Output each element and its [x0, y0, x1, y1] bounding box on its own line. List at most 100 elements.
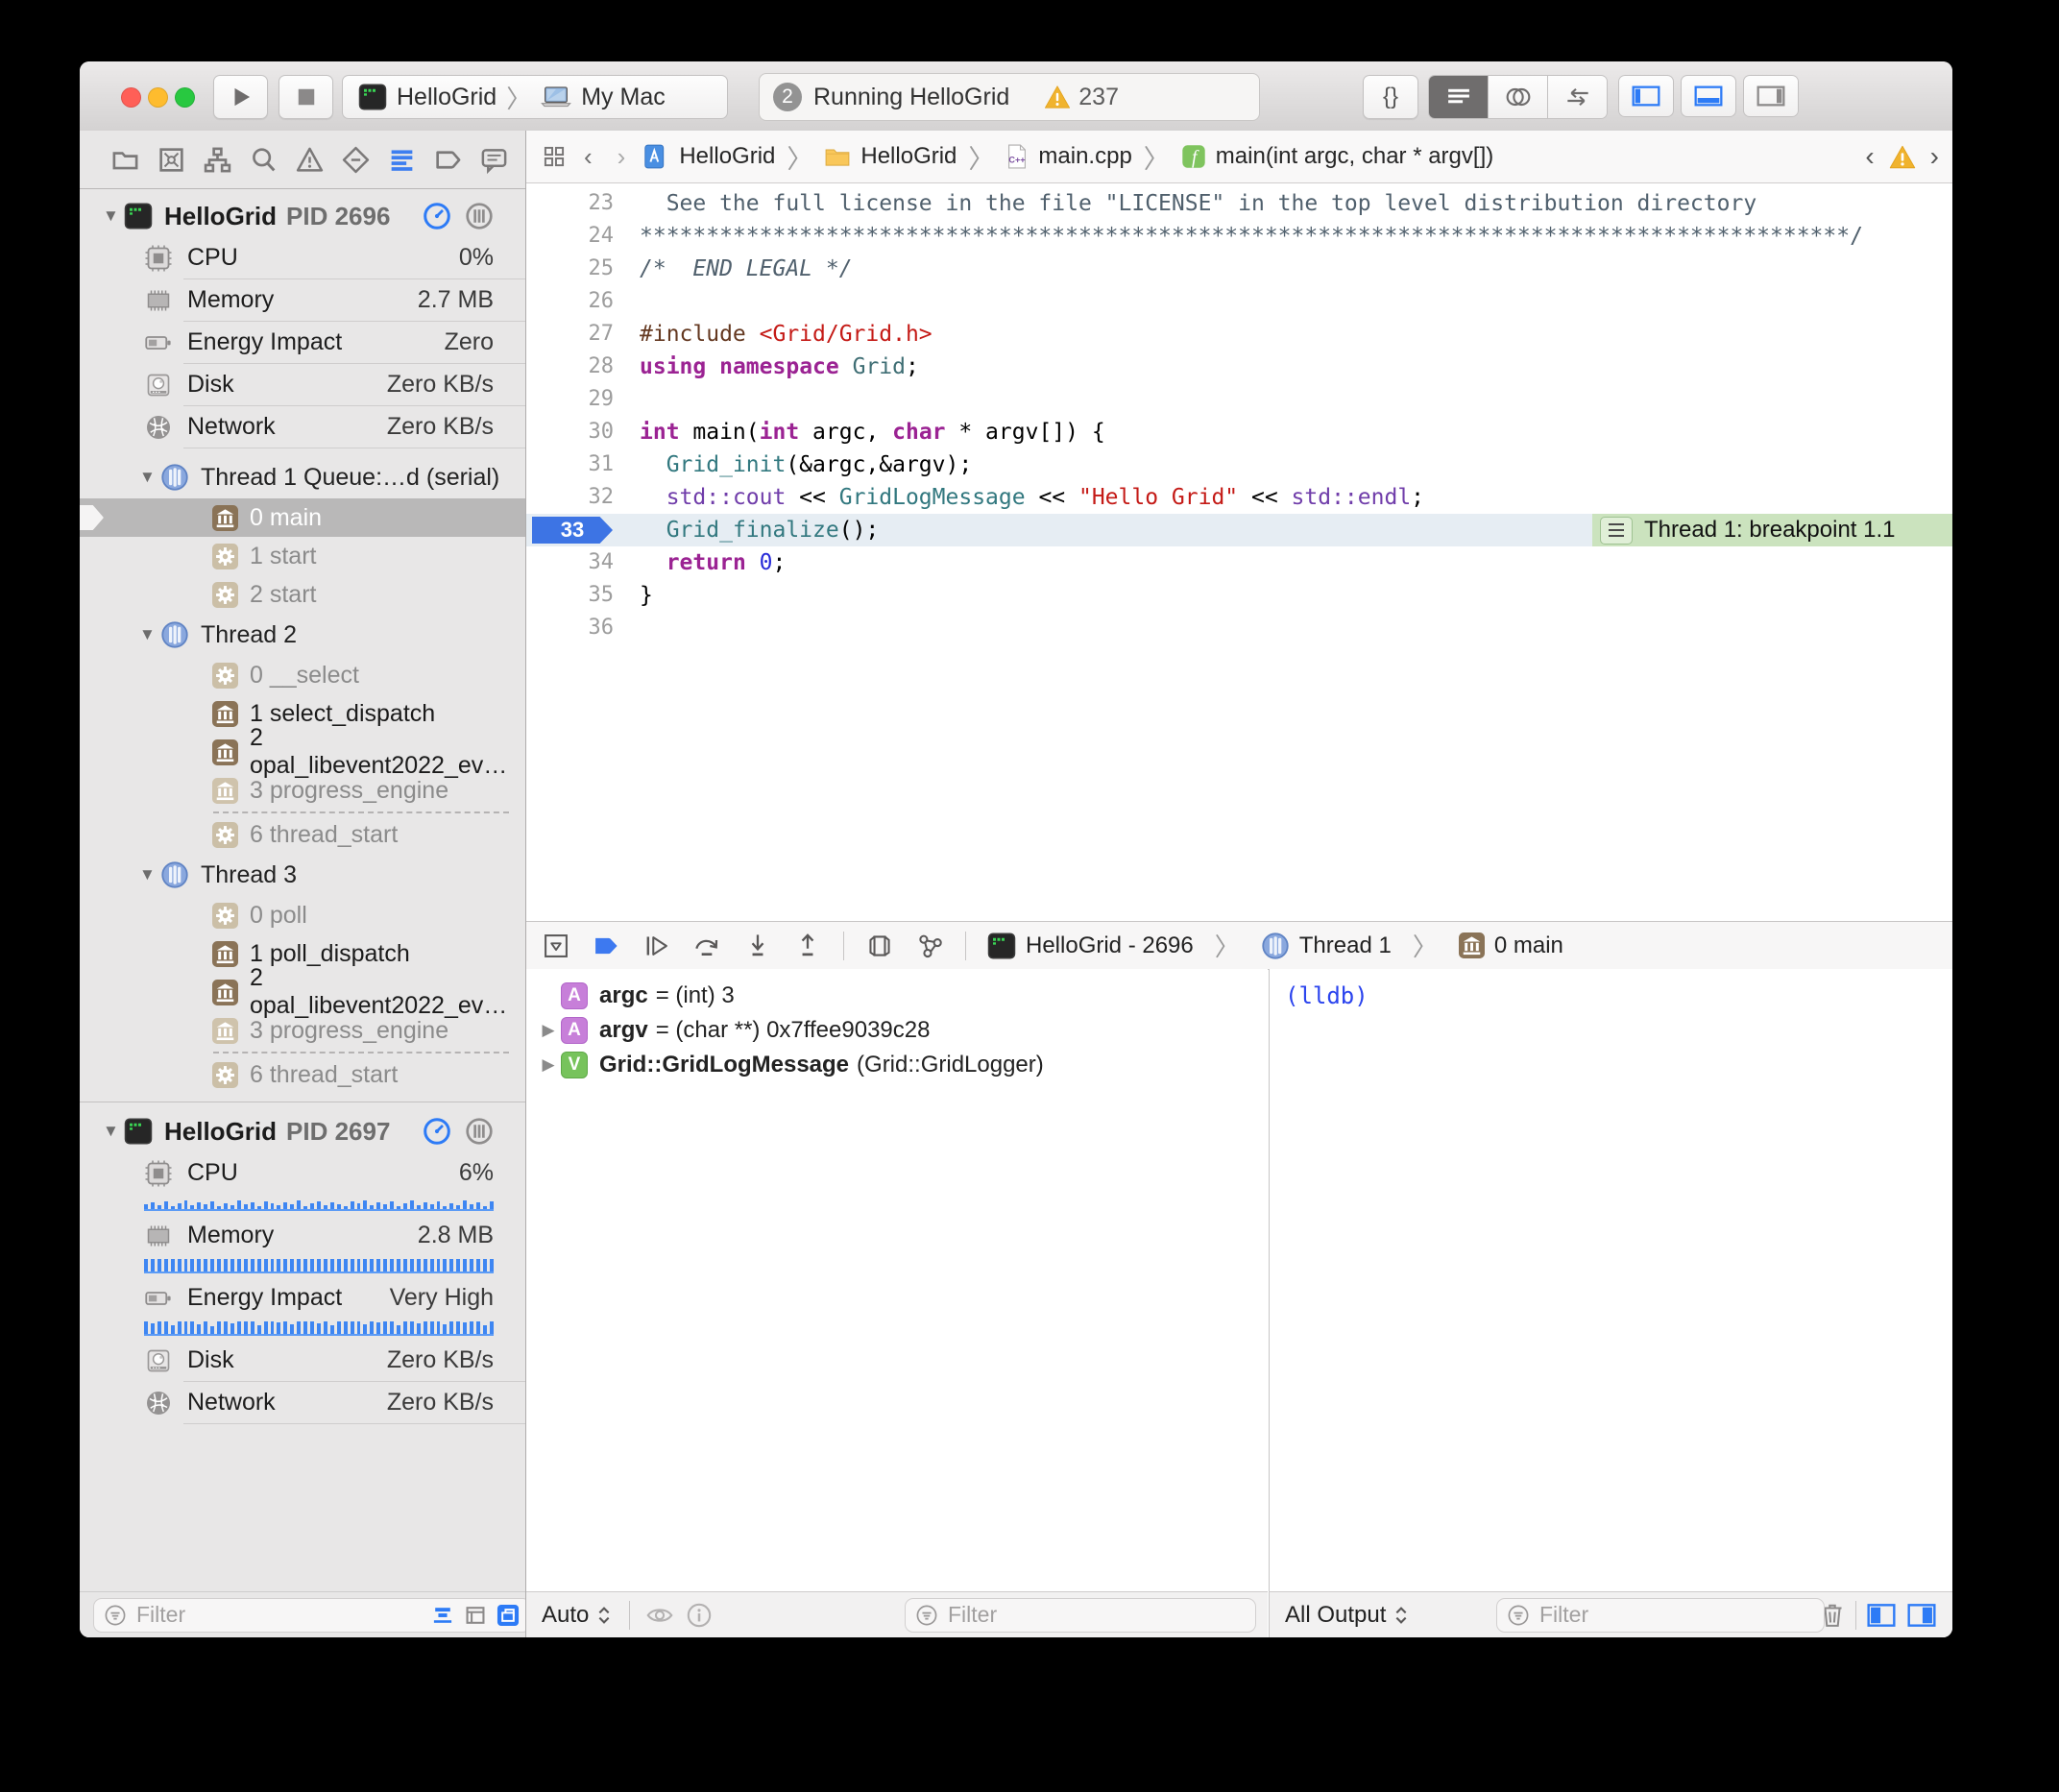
line-number[interactable]: 27 — [526, 318, 625, 351]
code-line-33[interactable]: 33 Grid_finalize();Thread 1: breakpoint … — [526, 514, 1952, 546]
stack-frame-row[interactable]: 3 progress_engine — [80, 771, 525, 810]
line-number[interactable]: 31 — [526, 448, 625, 481]
step-over-button[interactable] — [691, 932, 722, 960]
quicklook-eye-icon[interactable] — [645, 1603, 674, 1628]
stat-row-disk[interactable]: DiskZero KB/s — [80, 364, 525, 405]
variable-row[interactable]: ▶VGrid::GridLogMessage(Grid::GridLogger) — [526, 1048, 1268, 1082]
process-row[interactable]: ▼HelloGridPID 2696 — [80, 195, 525, 237]
line-number[interactable]: 29 — [526, 383, 625, 416]
breakpoint-marker[interactable]: 33 — [532, 517, 613, 544]
navigator-tab-tests-icon[interactable] — [341, 145, 371, 175]
variable-row[interactable]: ▶Aargv= (char **) 0x7ffee9039c28 — [526, 1013, 1268, 1048]
step-out-button[interactable] — [793, 932, 822, 960]
stat-row-cpu[interactable]: CPU6% — [80, 1152, 525, 1194]
stat-row-cpu[interactable]: CPU0% — [80, 237, 525, 278]
jump-file[interactable]: main.cpp — [1038, 143, 1131, 170]
minimize-button[interactable] — [148, 87, 168, 108]
code-line-23[interactable]: 23 See the full license in the file "LIC… — [526, 187, 1952, 220]
memory-graph-button[interactable] — [915, 932, 944, 960]
jump-symbol[interactable]: main(int argc, char * argv[]) — [1216, 143, 1493, 170]
assistant-editor-button[interactable] — [1489, 76, 1548, 118]
code-line-31[interactable]: 31 Grid_init(&argc,&argv); — [526, 448, 1952, 481]
related-items-icon[interactable] — [542, 144, 567, 169]
line-number[interactable]: 23 — [526, 187, 625, 220]
code-line-29[interactable]: 29 — [526, 383, 1952, 416]
navigator-tab-breakpoints-icon[interactable] — [433, 145, 463, 175]
info-icon[interactable] — [686, 1602, 713, 1629]
stack-frame-row[interactable]: 1 start — [80, 537, 525, 575]
code-line-35[interactable]: 35} — [526, 579, 1952, 612]
gauge-icon[interactable] — [423, 202, 451, 230]
toggle-console-view-button[interactable] — [1906, 1602, 1937, 1629]
stat-row-network[interactable]: NetworkZero KB/s — [80, 406, 525, 448]
zoom-button[interactable] — [175, 87, 195, 108]
code-line-34[interactable]: 34 return 0; — [526, 546, 1952, 579]
line-number[interactable]: 30 — [526, 416, 625, 448]
run-button[interactable] — [213, 75, 268, 119]
stat-row-memory[interactable]: Memory2.7 MB — [80, 279, 525, 321]
navigator-tab-symbols-icon[interactable] — [203, 145, 232, 175]
stat-row-disk[interactable]: DiskZero KB/s — [80, 1340, 525, 1381]
jump-group[interactable]: HelloGrid — [860, 143, 957, 170]
forward-button[interactable]: › — [610, 142, 634, 172]
warning-count[interactable]: 237 — [1078, 84, 1119, 111]
stack-frame-row[interactable]: 0 __select — [80, 656, 525, 694]
sidebar-divider[interactable] — [525, 131, 526, 1637]
disclosure-triangle-icon[interactable]: ▶ — [536, 1021, 561, 1040]
console-view[interactable]: (lldb) — [1269, 969, 1952, 1592]
stop-button[interactable] — [279, 75, 333, 119]
code-line-30[interactable]: 30int main(int argc, char * argv[]) { — [526, 416, 1952, 448]
version-editor-button[interactable] — [1548, 76, 1607, 118]
navigator-filter-field[interactable] — [93, 1598, 531, 1633]
step-into-button[interactable] — [743, 932, 772, 960]
breakpoints-toggle-button[interactable] — [592, 933, 620, 958]
activity-status-bar[interactable]: 2 Running HelloGrid 237 — [759, 73, 1260, 121]
stack-frame-row[interactable]: 0 main — [80, 498, 525, 537]
toggle-variables-view-button[interactable] — [1866, 1602, 1897, 1629]
inspector-panel-toggle[interactable] — [1743, 75, 1799, 117]
jump-project[interactable]: HelloGrid — [679, 143, 775, 170]
standard-editor-button[interactable] — [1429, 76, 1489, 118]
stat-row-energy-impact[interactable]: Energy ImpactZero — [80, 322, 525, 363]
view-mode-flat-icon[interactable] — [430, 1603, 455, 1628]
stack-frame-row[interactable]: 2 opal_libevent2022_ev… — [80, 733, 525, 771]
columns-icon[interactable] — [465, 1117, 494, 1146]
line-number[interactable]: 36 — [526, 612, 625, 644]
breakpoint-annotation[interactable]: Thread 1: breakpoint 1.1 — [1592, 514, 1952, 546]
debug-breadcrumb-thread[interactable]: Thread 1 — [1261, 932, 1392, 960]
next-issue-button[interactable]: › — [1930, 141, 1939, 172]
issue-warning-icon[interactable] — [1888, 144, 1917, 170]
code-line-24[interactable]: 24**************************************… — [526, 220, 1952, 253]
variables-scope-select[interactable]: Auto — [542, 1602, 612, 1629]
debug-breadcrumb-frame[interactable]: 0 main — [1459, 932, 1563, 959]
thread-row[interactable]: ▼Thread 3 — [80, 854, 525, 896]
variables-filter-field[interactable] — [905, 1598, 1256, 1633]
console-filter-input[interactable] — [1538, 1601, 1814, 1629]
line-number[interactable]: 35 — [526, 579, 625, 612]
code-line-28[interactable]: 28using namespace Grid; — [526, 351, 1952, 383]
line-number[interactable]: 32 — [526, 481, 625, 514]
navigator-panel-toggle[interactable] — [1618, 75, 1674, 117]
navigator-tab-reports-icon[interactable] — [479, 145, 509, 175]
gauge-icon[interactable] — [423, 1117, 451, 1146]
back-button[interactable]: ‹ — [576, 142, 600, 172]
navigator-tab-project-icon[interactable] — [110, 145, 140, 175]
stat-row-memory[interactable]: Memory2.8 MB — [80, 1215, 525, 1256]
stack-frame-row[interactable]: 6 thread_start — [80, 1055, 525, 1094]
code-snippets-button[interactable]: {} — [1363, 75, 1418, 119]
console-scope-select[interactable]: All Output — [1285, 1602, 1409, 1629]
disclosure-triangle-icon[interactable]: ▼ — [139, 865, 160, 884]
disclosure-triangle-icon[interactable]: ▼ — [139, 468, 160, 487]
variable-row[interactable]: Aargc= (int) 3 — [526, 979, 1268, 1013]
disclosure-triangle-icon[interactable]: ▼ — [103, 1122, 124, 1141]
line-number[interactable]: 28 — [526, 351, 625, 383]
navigator-filter-input[interactable] — [134, 1601, 423, 1629]
line-number[interactable]: 26 — [526, 285, 625, 318]
code-line-36[interactable]: 36 — [526, 612, 1952, 644]
code-line-27[interactable]: 27#include <Grid/Grid.h> — [526, 318, 1952, 351]
disclosure-triangle-icon[interactable]: ▼ — [139, 625, 160, 644]
close-button[interactable] — [121, 87, 141, 108]
code-line-32[interactable]: 32 std::cout << GridLogMessage << "Hello… — [526, 481, 1952, 514]
disclosure-triangle-icon[interactable]: ▼ — [103, 206, 124, 226]
line-number[interactable]: 34 — [526, 546, 625, 579]
